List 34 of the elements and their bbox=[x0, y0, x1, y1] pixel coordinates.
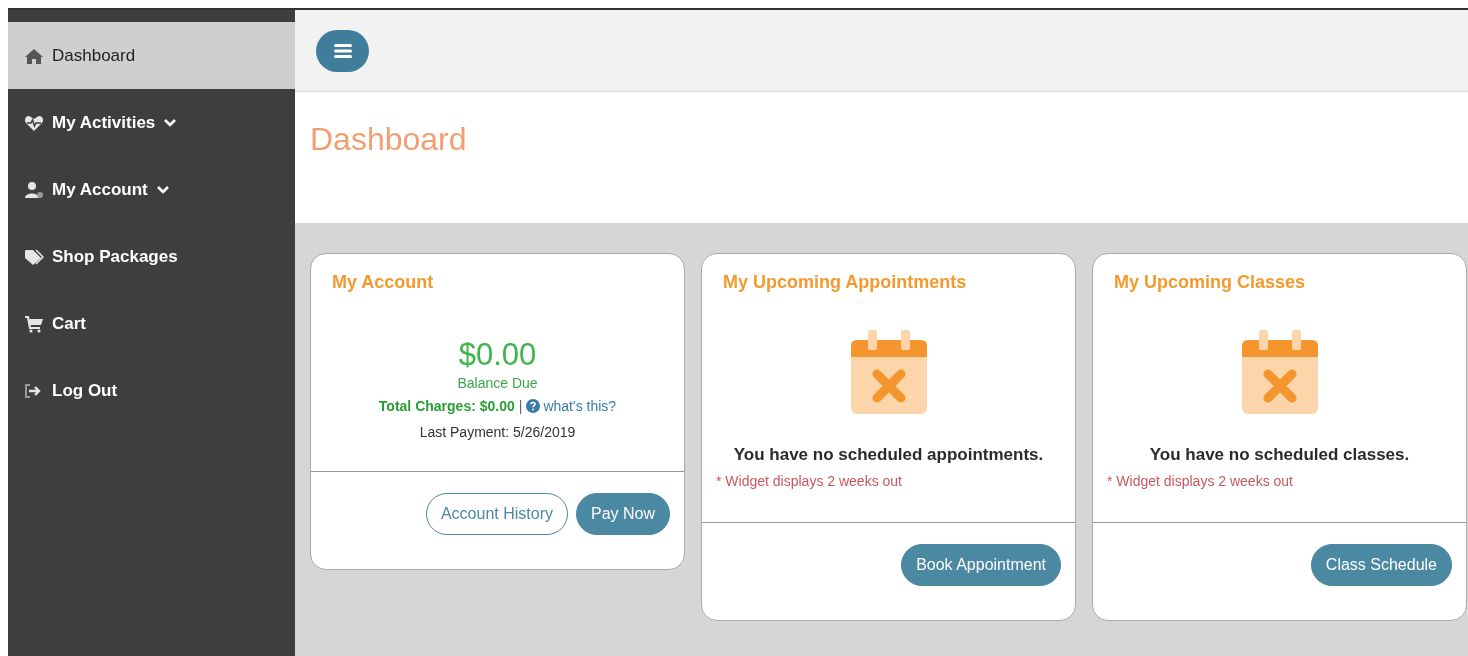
tag-icon bbox=[24, 247, 44, 266]
note-text: * Widget displays 2 weeks out bbox=[716, 472, 903, 492]
sidebar-item[interactable]: My Activities bbox=[8, 89, 295, 156]
sidebar-item[interactable]: Log Out bbox=[8, 357, 295, 424]
calendar-x-icon bbox=[850, 329, 927, 414]
help-link[interactable]: what's this? bbox=[526, 397, 617, 414]
action-button[interactable]: Pay Now bbox=[575, 492, 670, 535]
heartbeat-icon bbox=[24, 113, 44, 132]
last-payment: Last Payment: 5/26/2019 bbox=[418, 422, 577, 442]
menu-button[interactable] bbox=[316, 29, 369, 72]
separator: | bbox=[518, 397, 523, 414]
empty-message: You have no scheduled classes. bbox=[1148, 443, 1411, 466]
balance-amount: $0.00 bbox=[457, 335, 538, 373]
action-button[interactable]: Class Schedule bbox=[1310, 544, 1452, 587]
home-icon bbox=[24, 46, 44, 65]
card-title: My Account bbox=[331, 271, 435, 294]
empty-message: You have no scheduled appointments. bbox=[732, 443, 1045, 466]
card-title: My Upcoming Appointments bbox=[722, 271, 968, 294]
user-gear-icon bbox=[24, 180, 44, 199]
cart-icon bbox=[24, 314, 44, 333]
help-icon bbox=[526, 398, 541, 413]
balance-label: Balance Due bbox=[456, 373, 539, 393]
note-text: * Widget displays 2 weeks out bbox=[1107, 472, 1294, 492]
outline-button[interactable]: Account History bbox=[425, 492, 568, 535]
sidebar-item[interactable]: Cart bbox=[8, 290, 295, 357]
sidebar-item[interactable]: My Account bbox=[8, 156, 295, 223]
card-title: My Upcoming Classes bbox=[1113, 271, 1307, 294]
menu-icon bbox=[333, 42, 352, 59]
sidebar-item[interactable]: Dashboard bbox=[8, 22, 295, 89]
action-button[interactable]: Book Appointment bbox=[901, 544, 1061, 587]
total-charges: Total Charges: $0.00 bbox=[378, 397, 515, 414]
sidebar-item[interactable]: Shop Packages bbox=[8, 223, 295, 290]
page-title: Dashboard bbox=[310, 120, 468, 159]
calendar-x-icon bbox=[1241, 329, 1318, 414]
